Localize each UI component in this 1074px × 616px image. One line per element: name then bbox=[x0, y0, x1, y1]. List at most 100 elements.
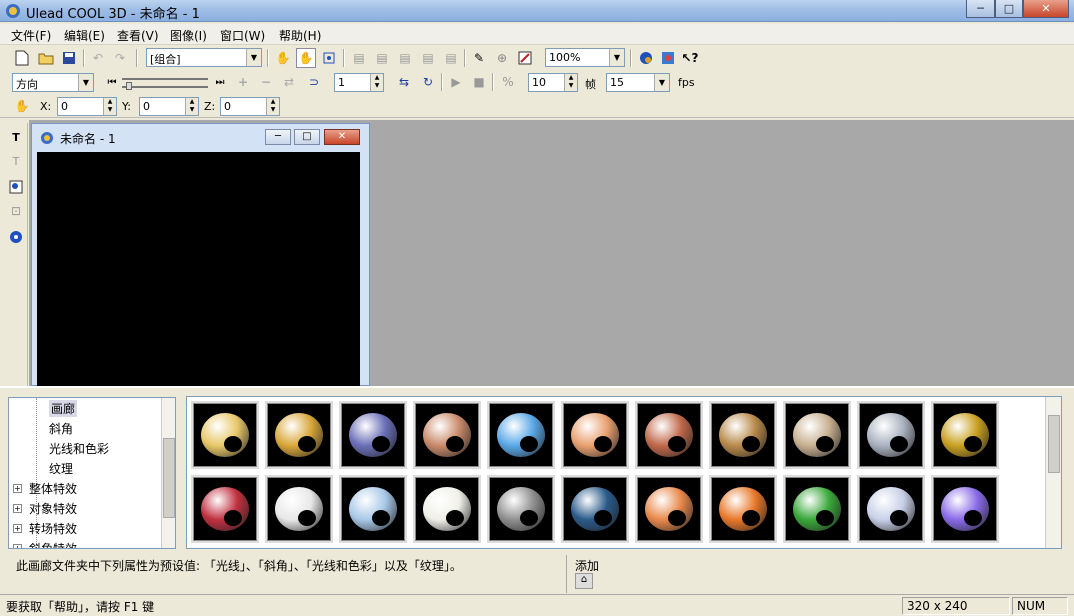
gallery-thumbnail[interactable] bbox=[191, 401, 259, 469]
close-button[interactable]: ✕ bbox=[1023, 0, 1069, 18]
add-keyframe-icon[interactable]: + bbox=[233, 72, 253, 92]
gallery-thumbnail[interactable] bbox=[857, 401, 925, 469]
edit-text-icon[interactable]: T bbox=[6, 151, 26, 171]
edit-object-icon[interactable]: ⊡ bbox=[6, 201, 26, 221]
gallery-thumbnail[interactable] bbox=[931, 401, 999, 469]
gallery-thumbnail[interactable] bbox=[709, 475, 777, 543]
globe-icon[interactable]: ⊕ bbox=[492, 48, 512, 68]
direction-select[interactable]: 方向 ▼ bbox=[12, 73, 94, 92]
menu-image[interactable]: 图像(I) bbox=[170, 27, 207, 44]
hand-tool-icon[interactable]: ✋ bbox=[273, 48, 293, 68]
expand-icon[interactable]: + bbox=[13, 544, 22, 548]
minimize-button[interactable]: ─ bbox=[966, 0, 995, 18]
reverse-keyframe-icon[interactable]: ⇄ bbox=[279, 72, 299, 92]
tree-item-object-fx[interactable]: 对象特效 bbox=[29, 500, 77, 517]
align-center-icon[interactable]: ▤ bbox=[372, 48, 392, 68]
x-spinner[interactable]: 0 ▲ ▼ bbox=[57, 97, 117, 116]
fps-select[interactable]: 15 ▼ bbox=[606, 73, 670, 92]
align-left-icon[interactable]: ▤ bbox=[349, 48, 369, 68]
menu-file[interactable]: 文件(F) bbox=[11, 27, 51, 44]
menu-edit[interactable]: 编辑(E) bbox=[64, 27, 105, 44]
gallery-thumbnail[interactable] bbox=[265, 401, 333, 469]
zoom-select[interactable]: 100% ▼ bbox=[545, 48, 625, 67]
gallery-thumbnail[interactable] bbox=[487, 475, 555, 543]
gallery-thumbnail[interactable] bbox=[635, 475, 703, 543]
gallery-thumbnail[interactable] bbox=[413, 475, 481, 543]
camera-icon[interactable] bbox=[515, 48, 535, 68]
rotate-tool-icon[interactable]: ✋ bbox=[296, 48, 316, 68]
gallery-thumbnail[interactable] bbox=[857, 475, 925, 543]
ping-pong-icon[interactable]: ↻ bbox=[418, 72, 438, 92]
tree-item-bevel[interactable]: 斜角 bbox=[49, 420, 73, 437]
tree-item-global-fx[interactable]: 整体特效 bbox=[29, 480, 77, 497]
expand-icon[interactable]: + bbox=[13, 524, 22, 533]
menu-view[interactable]: 查看(V) bbox=[117, 27, 159, 44]
align-bottom-icon[interactable]: ▤ bbox=[441, 48, 461, 68]
align-right-icon[interactable]: ▤ bbox=[395, 48, 415, 68]
tree-item-light-color[interactable]: 光线和色彩 bbox=[49, 440, 109, 457]
gallery-scrollbar[interactable] bbox=[1045, 397, 1061, 548]
frames-icon[interactable]: % bbox=[498, 72, 518, 92]
slider-thumb[interactable] bbox=[126, 82, 132, 90]
menu-window[interactable]: 窗口(W) bbox=[220, 27, 265, 44]
expand-icon[interactable]: + bbox=[13, 484, 22, 493]
scrollbar-thumb[interactable] bbox=[163, 438, 175, 518]
doc-minimize-button[interactable]: ─ bbox=[265, 129, 291, 145]
tree-item-gallery[interactable]: 画廊 bbox=[49, 400, 78, 417]
align-top-icon[interactable]: ▤ bbox=[418, 48, 438, 68]
maximize-button[interactable]: □ bbox=[995, 0, 1023, 18]
gallery-thumbnail[interactable] bbox=[783, 401, 851, 469]
menu-help[interactable]: 帮助(H) bbox=[279, 27, 321, 44]
z-spinner[interactable]: 0 ▲ ▼ bbox=[220, 97, 280, 116]
loop-back-icon[interactable]: ⊃ bbox=[304, 72, 324, 92]
gallery-thumbnail[interactable] bbox=[561, 475, 629, 543]
resize-tool-icon[interactable] bbox=[319, 48, 339, 68]
gallery-thumbnail[interactable] bbox=[191, 475, 259, 543]
gallery-thumbnail[interactable] bbox=[561, 401, 629, 469]
doc-maximize-button[interactable]: □ bbox=[294, 129, 320, 145]
first-frame-icon[interactable]: ⏮ bbox=[102, 72, 122, 92]
gallery-thumbnail[interactable] bbox=[339, 475, 407, 543]
tree-item-bevel-fx[interactable]: 斜角特效 bbox=[29, 540, 77, 548]
redo-icon[interactable]: ↷ bbox=[110, 48, 130, 68]
gallery-thumbnail[interactable] bbox=[265, 475, 333, 543]
tree-item-texture[interactable]: 纹理 bbox=[49, 460, 73, 477]
gallery-thumbnail[interactable] bbox=[413, 401, 481, 469]
gallery-thumbnail[interactable] bbox=[635, 401, 703, 469]
insert-object-icon[interactable] bbox=[6, 177, 26, 197]
new-file-icon[interactable] bbox=[12, 48, 32, 68]
undo-icon[interactable]: ↶ bbox=[88, 48, 108, 68]
loop-icon[interactable]: ⇆ bbox=[394, 72, 414, 92]
doc-close-button[interactable]: ✕ bbox=[324, 129, 360, 145]
object-select[interactable]: [组合] ▼ bbox=[146, 48, 262, 67]
geometric-object-icon[interactable] bbox=[6, 227, 26, 247]
stop-icon[interactable]: ■ bbox=[469, 72, 489, 92]
gallery-thumbnail[interactable] bbox=[709, 401, 777, 469]
gallery-thumbnail[interactable] bbox=[487, 401, 555, 469]
render-canvas[interactable] bbox=[37, 152, 360, 386]
y-spinner[interactable]: 0 ▲ ▼ bbox=[139, 97, 199, 116]
tree-scrollbar[interactable] bbox=[161, 398, 175, 548]
save-icon[interactable] bbox=[59, 48, 79, 68]
frame-spinner[interactable]: 1 ▲ ▼ bbox=[334, 73, 384, 92]
position-mode-icon[interactable]: ✋ bbox=[12, 96, 32, 116]
torus-preview bbox=[497, 487, 545, 531]
gallery-thumbnail[interactable] bbox=[931, 475, 999, 543]
open-folder-icon[interactable] bbox=[36, 48, 56, 68]
last-frame-icon[interactable]: ⏭ bbox=[210, 72, 230, 92]
export-icon[interactable] bbox=[658, 48, 678, 68]
add-to-gallery-button[interactable]: ⌂ bbox=[575, 573, 593, 589]
play-icon[interactable]: ▶ bbox=[446, 72, 466, 92]
tree-item-transition-fx[interactable]: 转场特效 bbox=[29, 520, 77, 537]
scrollbar-thumb[interactable] bbox=[1048, 415, 1060, 473]
expand-icon[interactable]: + bbox=[13, 504, 22, 513]
light-icon[interactable]: ✎ bbox=[469, 48, 489, 68]
gallery-thumbnail[interactable] bbox=[339, 401, 407, 469]
insert-text-icon[interactable]: T bbox=[6, 127, 26, 147]
context-help-icon[interactable]: ↖? bbox=[680, 48, 700, 68]
render-icon[interactable] bbox=[636, 48, 656, 68]
gallery-thumbnail[interactable] bbox=[783, 475, 851, 543]
total-frames-spinner[interactable]: 10 ▲ ▼ bbox=[528, 73, 578, 92]
remove-keyframe-icon[interactable]: − bbox=[256, 72, 276, 92]
timeline-slider[interactable] bbox=[122, 76, 208, 90]
